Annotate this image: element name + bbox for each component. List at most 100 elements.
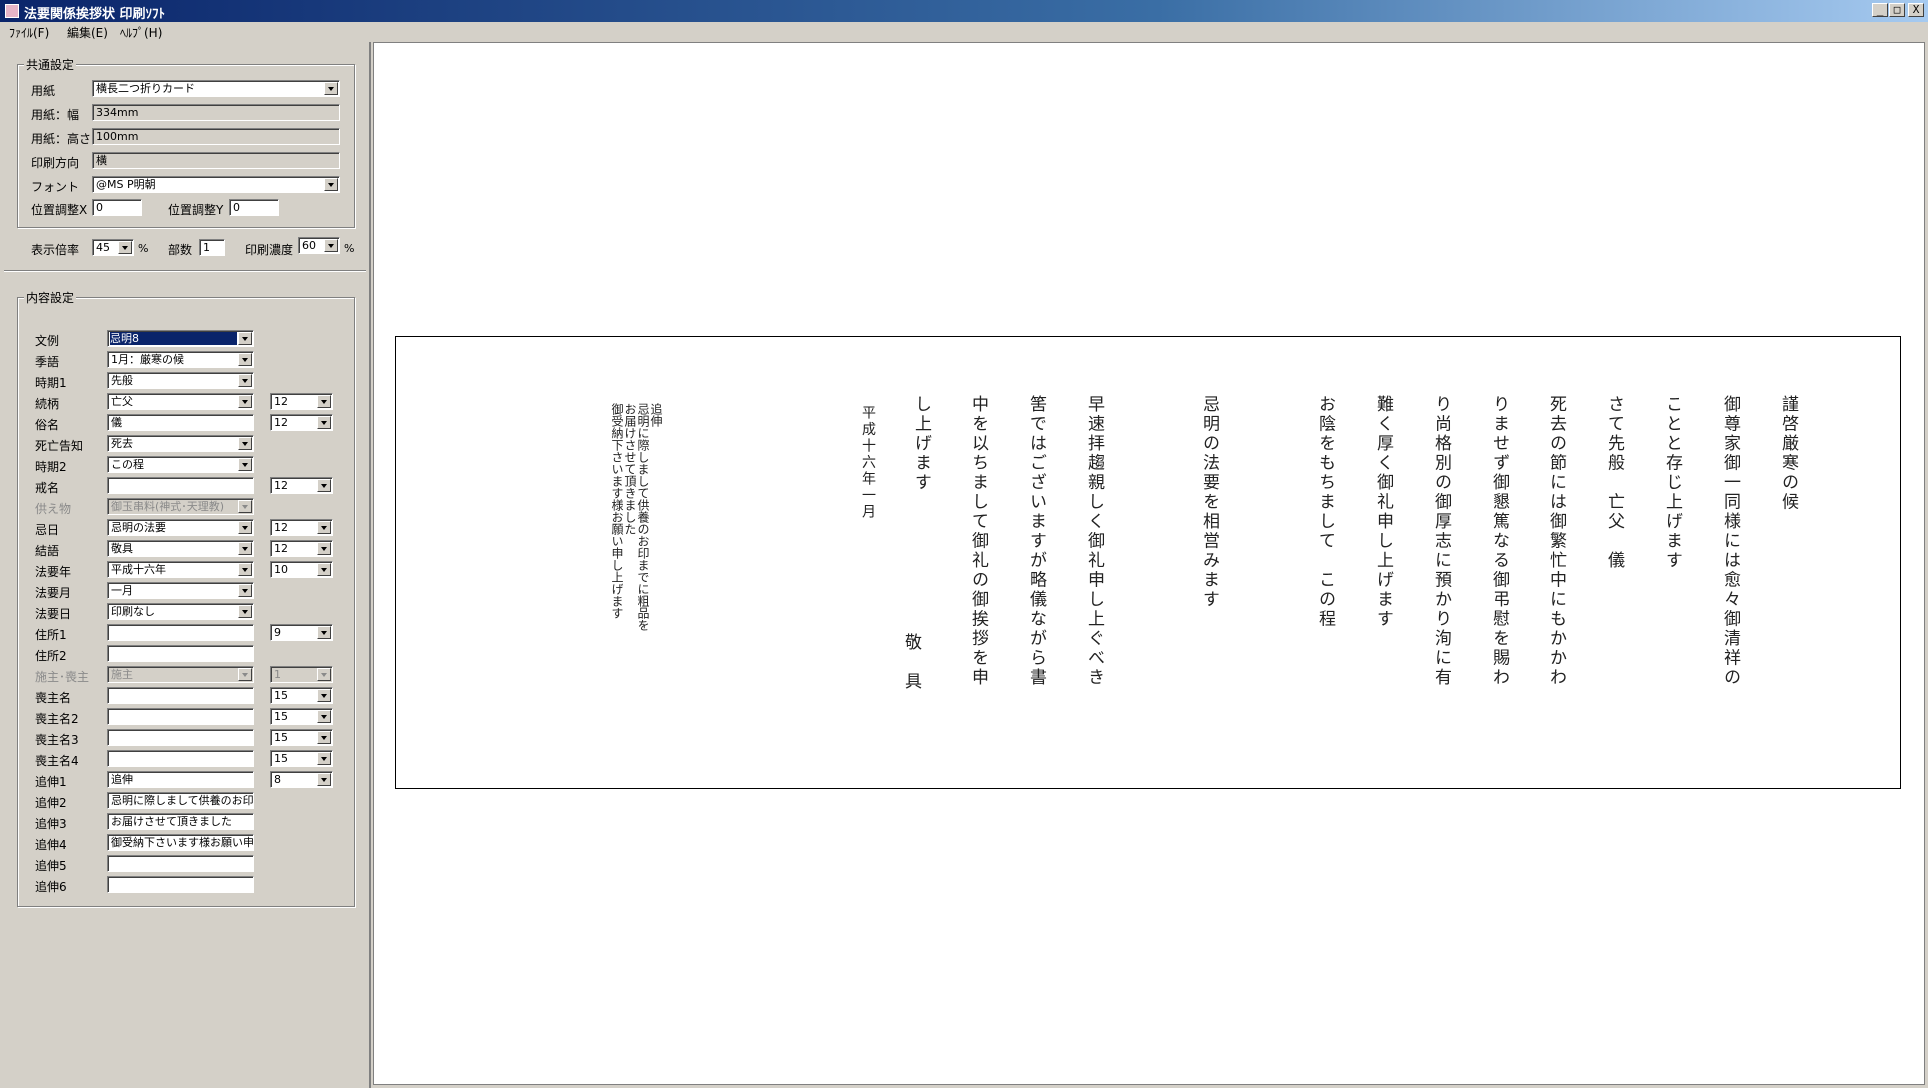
content-row-input[interactable]: 忌明に際しまして供養のお印: [107, 792, 254, 809]
chevron-down-icon[interactable]: [317, 731, 331, 744]
chevron-down-icon[interactable]: [324, 178, 338, 191]
menu-file[interactable]: ﾌｧｲﾙ(F): [9, 24, 49, 41]
chevron-down-icon[interactable]: [317, 542, 331, 555]
content-row-select[interactable]: 印刷なし: [107, 603, 254, 620]
font-size-value: 12: [274, 416, 288, 429]
content-row-input[interactable]: [107, 708, 254, 725]
content-row-select[interactable]: 先般: [107, 372, 254, 389]
chevron-down-icon[interactable]: [317, 479, 331, 492]
chevron-down-icon[interactable]: [238, 437, 252, 450]
content-row-input[interactable]: [107, 687, 254, 704]
content-row-label: 法要月: [35, 586, 72, 600]
chevron-down-icon[interactable]: [317, 521, 331, 534]
chevron-down-icon[interactable]: [238, 542, 252, 555]
content-row-select[interactable]: 1月：厳寒の候: [107, 351, 254, 368]
adjust-x-label: 位置調整X: [31, 203, 88, 217]
menu-edit[interactable]: 編集(E): [67, 24, 108, 41]
maximize-button[interactable]: □: [1889, 3, 1905, 17]
font-size-select[interactable]: 12: [270, 519, 333, 536]
content-row-label: 文例: [35, 334, 60, 348]
chevron-down-icon[interactable]: [238, 605, 252, 618]
content-row-select[interactable]: 亡父: [107, 393, 254, 410]
font-size-select[interactable]: 10: [270, 561, 333, 578]
content-row-input[interactable]: [107, 624, 254, 641]
chevron-down-icon[interactable]: [238, 458, 252, 471]
chevron-down-icon[interactable]: [317, 773, 331, 786]
content-row-label: 時期2: [35, 460, 67, 474]
font-size-select[interactable]: 15: [270, 750, 333, 767]
letter-column: 筈ではございますが略儀ながら書: [1026, 395, 1046, 688]
paper-width-field: 334mm: [92, 104, 340, 121]
content-row-label: 施主･喪主: [35, 670, 90, 684]
content-row-input[interactable]: [107, 729, 254, 746]
content-row-input[interactable]: お届けさせて頂きました: [107, 813, 254, 830]
density-value: 60: [302, 239, 316, 252]
letter-column: さて先般 亡父 儀: [1604, 395, 1624, 571]
paper-select[interactable]: 横長二つ折りカード: [92, 80, 340, 97]
content-row-input[interactable]: [107, 855, 254, 872]
letter-column: りませず御懇篤なる御弔慰を賜わ: [1489, 395, 1509, 688]
chevron-down-icon[interactable]: [238, 353, 252, 366]
copies-input[interactable]: 1: [199, 239, 225, 256]
chevron-down-icon[interactable]: [238, 395, 252, 408]
letter-column: 早速拝趨親しく御礼申し上ぐべき: [1084, 395, 1104, 688]
menu-bar: ﾌｧｲﾙ(F) 編集(E) ﾍﾙﾌﾟ(H): [0, 22, 1928, 41]
content-row-select: 御玉串料(神式･天理教): [107, 498, 254, 515]
chevron-down-icon[interactable]: [238, 584, 252, 597]
density-select[interactable]: 60: [298, 237, 340, 254]
paper-height-field: 100mm: [92, 128, 340, 145]
content-row-label: 供え物: [35, 502, 72, 516]
content-row-select[interactable]: この程: [107, 456, 254, 473]
chevron-down-icon[interactable]: [324, 82, 338, 95]
chevron-down-icon[interactable]: [238, 521, 252, 534]
content-row-select[interactable]: 敬具: [107, 540, 254, 557]
letter-postscript-line: お届けさせて頂きました: [623, 403, 637, 535]
font-size-select[interactable]: 12: [270, 393, 333, 410]
content-row-select[interactable]: 死去: [107, 435, 254, 452]
font-size-select[interactable]: 9: [270, 624, 333, 641]
chevron-down-icon[interactable]: [324, 239, 338, 252]
font-size-select[interactable]: 15: [270, 729, 333, 746]
content-row-input[interactable]: [107, 477, 254, 494]
content-row-label: 追伸1: [35, 775, 67, 789]
chevron-down-icon[interactable]: [317, 752, 331, 765]
letter-date: 平成十六年一月: [860, 405, 876, 521]
chevron-down-icon[interactable]: [238, 374, 252, 387]
font-size-select[interactable]: 12: [270, 414, 333, 431]
content-row-input[interactable]: 追伸: [107, 771, 254, 788]
font-size-select[interactable]: 8: [270, 771, 333, 788]
letter-column: お陰をもちまして この程: [1315, 395, 1335, 629]
font-select[interactable]: @MS P明朝: [92, 176, 340, 193]
content-row-input[interactable]: 御受納下さいます様お願い申: [107, 834, 254, 851]
zoom-select[interactable]: 45: [92, 239, 134, 256]
adjust-x-input[interactable]: 0: [92, 199, 142, 216]
content-row-select[interactable]: 忌明8: [107, 330, 254, 347]
font-size-select[interactable]: 15: [270, 687, 333, 704]
chevron-down-icon[interactable]: [317, 710, 331, 723]
chevron-down-icon[interactable]: [118, 241, 132, 254]
content-row-select[interactable]: 平成十六年: [107, 561, 254, 578]
chevron-down-icon[interactable]: [238, 563, 252, 576]
chevron-down-icon[interactable]: [317, 416, 331, 429]
adjust-y-input[interactable]: 0: [229, 199, 279, 216]
font-size-select[interactable]: 12: [270, 477, 333, 494]
font-size-value: 8: [274, 773, 281, 786]
chevron-down-icon[interactable]: [317, 689, 331, 702]
menu-help[interactable]: ﾍﾙﾌﾟ(H): [120, 24, 162, 41]
letter-column: 忌明の法要を相営みます: [1199, 395, 1219, 610]
content-row-input[interactable]: [107, 876, 254, 893]
minimize-button[interactable]: _: [1872, 3, 1888, 17]
content-row-select[interactable]: 一月: [107, 582, 254, 599]
font-size-select[interactable]: 12: [270, 540, 333, 557]
chevron-down-icon[interactable]: [317, 626, 331, 639]
content-row-input[interactable]: [107, 645, 254, 662]
chevron-down-icon[interactable]: [238, 332, 252, 345]
content-row-input[interactable]: 儀: [107, 414, 254, 431]
content-row-input[interactable]: [107, 750, 254, 767]
chevron-down-icon[interactable]: [317, 563, 331, 576]
content-row-select[interactable]: 忌明の法要: [107, 519, 254, 536]
font-size-select[interactable]: 15: [270, 708, 333, 725]
chevron-down-icon[interactable]: [317, 395, 331, 408]
close-button[interactable]: X: [1908, 3, 1924, 17]
app-icon[interactable]: [5, 4, 19, 18]
